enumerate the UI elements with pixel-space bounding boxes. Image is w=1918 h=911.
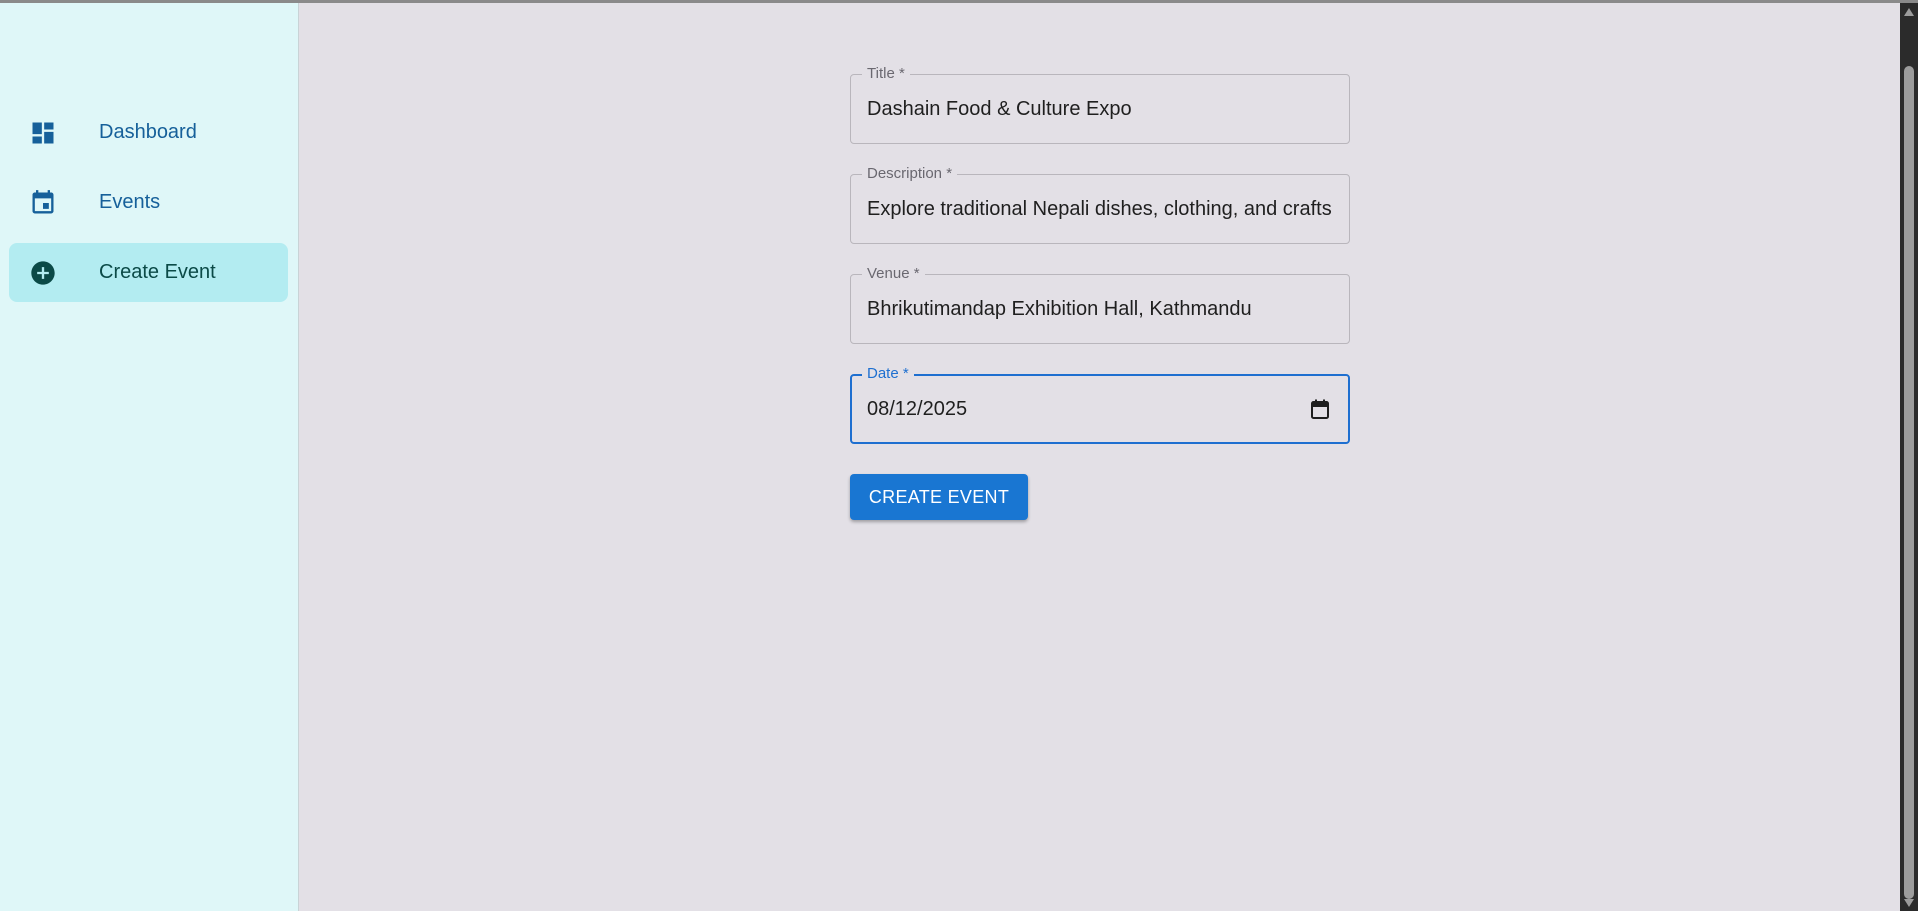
description-field[interactable]: Description * Explore traditional Nepali… <box>850 166 1350 244</box>
scroll-up-icon[interactable] <box>1904 8 1914 16</box>
calendar-icon <box>32 189 54 213</box>
title-field[interactable]: Title * Dashain Food & Culture Expo <box>850 66 1350 144</box>
sidebar-item-label: Events <box>99 191 161 213</box>
sidebar-item-create-event[interactable]: Create Event <box>9 243 288 302</box>
sidebar: Dashboard Events Create Event <box>0 3 299 911</box>
sidebar-item-events[interactable]: Events <box>9 173 288 232</box>
add-circle-icon <box>31 260 55 285</box>
description-field-label: Description * <box>862 166 958 182</box>
venue-field-value[interactable]: Bhrikutimandap Exhibition Hall, Kathmand… <box>867 296 1333 322</box>
date-field[interactable]: Date * 08/12/2025 <box>850 366 1350 444</box>
create-event-button[interactable]: CREATE EVENT <box>850 474 1028 520</box>
dashboard-icon <box>32 122 54 143</box>
sidebar-item-dashboard[interactable]: Dashboard <box>9 103 288 162</box>
title-field-value[interactable]: Dashain Food & Culture Expo <box>867 96 1333 122</box>
calendar-picker-icon[interactable] <box>1310 398 1330 420</box>
title-field-label: Title * <box>862 66 910 82</box>
sidebar-item-label: Dashboard <box>99 121 197 143</box>
scrollbar-thumb[interactable] <box>1904 66 1914 899</box>
date-field-value[interactable]: 08/12/2025 <box>867 396 1332 422</box>
vertical-scrollbar[interactable] <box>1900 3 1918 911</box>
date-field-label: Date * <box>862 366 914 382</box>
sidebar-item-label: Create Event <box>99 261 216 283</box>
venue-field[interactable]: Venue * Bhrikutimandap Exhibition Hall, … <box>850 266 1350 344</box>
venue-field-label: Venue * <box>862 266 925 282</box>
description-field-value[interactable]: Explore traditional Nepali dishes, cloth… <box>867 196 1333 222</box>
scroll-down-icon[interactable] <box>1904 899 1914 907</box>
